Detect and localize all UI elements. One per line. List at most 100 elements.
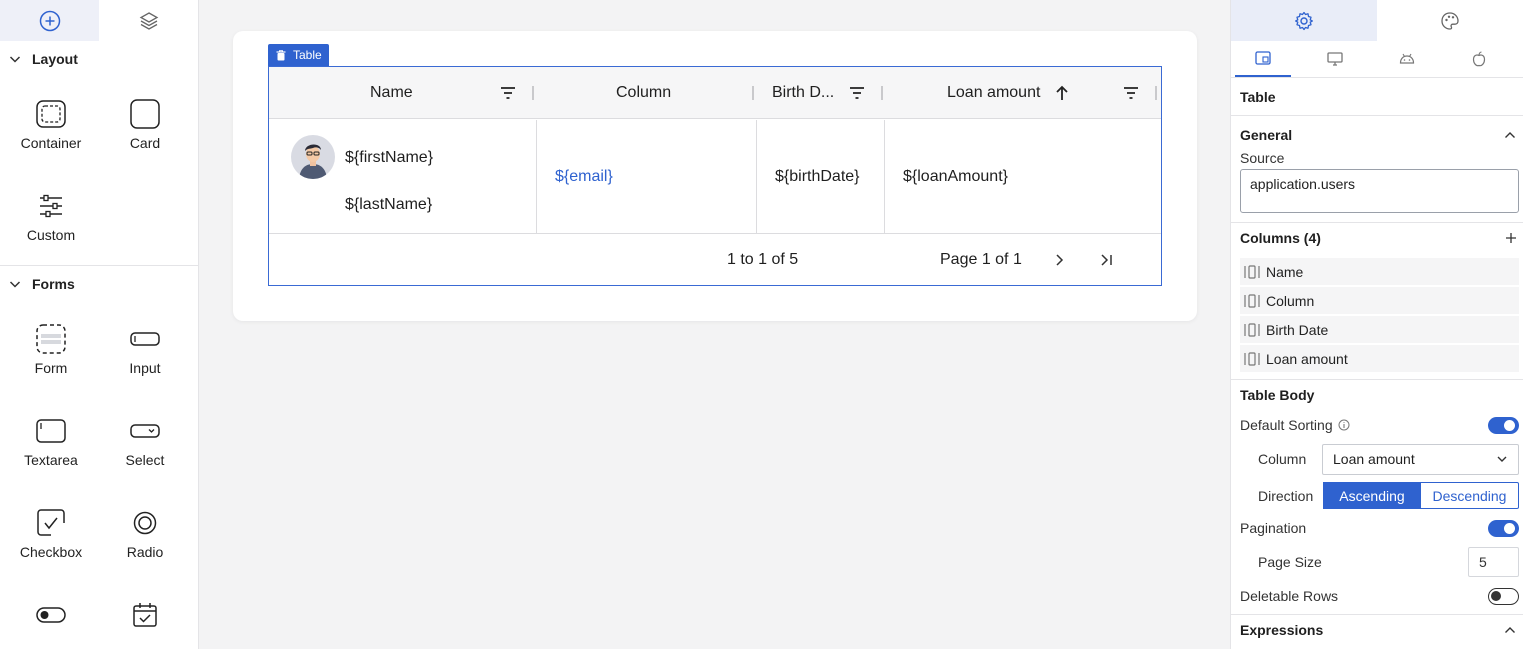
- component-custom[interactable]: Custom: [4, 169, 98, 261]
- pagination-range: 1 to 1 of 5: [727, 251, 799, 268]
- section-layout-header[interactable]: Layout: [0, 41, 198, 77]
- sort-direction-row: Direction Ascending Descending: [1231, 477, 1523, 514]
- sliders-icon: [40, 194, 62, 218]
- web-layout-icon: [1255, 51, 1271, 65]
- component-label: Select: [125, 452, 165, 468]
- android-icon: [1399, 53, 1415, 64]
- device-tab-desktop[interactable]: [1307, 41, 1363, 77]
- checkbox-icon: [37, 509, 65, 536]
- component-label: Container: [20, 135, 82, 151]
- pagination-toggle[interactable]: [1488, 519, 1519, 537]
- component-label: Form: [34, 360, 68, 376]
- page-size-input[interactable]: 5: [1468, 547, 1519, 577]
- cell-divider: [884, 120, 885, 234]
- palette-tabs: [0, 0, 198, 41]
- component-radio[interactable]: Radio: [98, 486, 192, 578]
- filter-icon[interactable]: [848, 84, 866, 102]
- table-row[interactable]: ${firstName} ${lastName} ${email} ${birt…: [269, 120, 1161, 234]
- column-item[interactable]: Birth Date: [1240, 316, 1519, 343]
- section-title: Layout: [32, 51, 78, 67]
- tab-settings[interactable]: [1231, 0, 1377, 41]
- chevron-right-icon[interactable]: [1052, 252, 1066, 268]
- column-item-label: Loan amount: [1266, 350, 1348, 367]
- chevron-up-icon: [1505, 627, 1515, 633]
- card-icon: [130, 99, 160, 129]
- component-label: Custom: [26, 227, 76, 243]
- trash-icon[interactable]: [276, 49, 286, 61]
- add-icon[interactable]: [1505, 232, 1517, 244]
- last-page-icon[interactable]: [1099, 252, 1115, 268]
- column-icon: [1244, 264, 1260, 279]
- table-body-section-header: Table Body: [1231, 381, 1523, 409]
- column-item-label: Name: [1266, 263, 1304, 280]
- cell-divider: [536, 120, 537, 234]
- source-input[interactable]: application.users: [1240, 169, 1519, 213]
- column-item[interactable]: Name: [1240, 258, 1519, 285]
- component-switch[interactable]: [4, 578, 98, 649]
- default-sorting-toggle[interactable]: [1488, 416, 1519, 434]
- column-item[interactable]: Loan amount: [1240, 345, 1519, 372]
- section-forms-header[interactable]: Forms: [0, 266, 198, 302]
- sort-column-label: Column: [1258, 451, 1307, 467]
- cell-last-name: ${lastName}: [345, 196, 433, 213]
- device-tab-ios[interactable]: [1451, 41, 1507, 77]
- cell-email-link[interactable]: ${email}: [555, 168, 613, 186]
- column-resize-handle[interactable]: [881, 86, 883, 100]
- section-title: Columns (4): [1240, 230, 1321, 246]
- input-icon: [130, 332, 160, 346]
- column-resize-handle[interactable]: [1155, 86, 1157, 100]
- table-selection-tag[interactable]: Table: [268, 44, 329, 66]
- source-label: Source: [1240, 150, 1285, 166]
- tab-add-components[interactable]: [0, 0, 99, 41]
- deletable-rows-toggle[interactable]: [1488, 587, 1519, 605]
- column-icon: [1244, 351, 1260, 366]
- column-item-label: Birth Date: [1266, 321, 1329, 338]
- chevron-down-icon: [9, 281, 21, 288]
- form-icon: [36, 324, 66, 354]
- component-textarea[interactable]: Textarea: [4, 394, 98, 486]
- chevron-up-icon: [1505, 132, 1515, 138]
- default-sorting-label: Default Sorting: [1240, 417, 1333, 433]
- cell-loan-amount: ${loanAmount}: [903, 168, 1008, 185]
- direction-ascending-button[interactable]: Ascending: [1323, 482, 1421, 509]
- column-header-name[interactable]: Name: [370, 67, 413, 119]
- device-tab-all[interactable]: [1235, 41, 1291, 77]
- component-date[interactable]: [98, 578, 192, 649]
- form-components: Form Input Textarea Select Checkbox Radi…: [0, 302, 198, 649]
- column-header-column[interactable]: Column: [616, 67, 671, 119]
- component-checkbox[interactable]: Checkbox: [4, 486, 98, 578]
- expressions-section-header[interactable]: Expressions: [1231, 615, 1523, 645]
- pagination-row: Pagination: [1231, 514, 1523, 542]
- info-icon[interactable]: [1338, 419, 1350, 431]
- palette-icon: [1441, 11, 1459, 30]
- filter-icon[interactable]: [1122, 84, 1140, 102]
- column-resize-handle[interactable]: [752, 86, 754, 100]
- column-item-label: Column: [1266, 292, 1315, 309]
- section-divider: [1231, 379, 1523, 380]
- direction-segmented-control: Ascending Descending: [1323, 482, 1519, 509]
- component-form[interactable]: Form: [4, 302, 98, 394]
- columns-list: Name Column Birth Date Loan amount: [1231, 258, 1523, 372]
- tab-layers[interactable]: [99, 0, 198, 41]
- column-item[interactable]: Column: [1240, 287, 1519, 314]
- general-section-header[interactable]: General: [1231, 120, 1523, 150]
- sort-ascending-icon[interactable]: [1054, 84, 1070, 102]
- component-select[interactable]: Select: [98, 394, 192, 486]
- component-input[interactable]: Input: [98, 302, 192, 394]
- columns-section-header: Columns (4): [1231, 223, 1523, 253]
- layers-icon: [139, 11, 158, 30]
- tab-styles[interactable]: [1377, 0, 1523, 41]
- column-header-loan-amount[interactable]: Loan amount: [947, 67, 1040, 119]
- filter-icon[interactable]: [499, 84, 517, 102]
- sort-column-value: Loan amount: [1333, 451, 1415, 467]
- sort-column-select[interactable]: Loan amount: [1322, 443, 1519, 475]
- component-container[interactable]: Container: [4, 77, 98, 169]
- component-card[interactable]: Card: [98, 77, 192, 169]
- textarea-icon: [36, 419, 66, 443]
- device-tab-android[interactable]: [1379, 41, 1435, 77]
- table-component[interactable]: Name Column Birth D... Loan amount ${fir…: [268, 66, 1162, 286]
- column-header-birth-date[interactable]: Birth D...: [772, 67, 834, 119]
- column-resize-handle[interactable]: [532, 86, 534, 100]
- component-label: Radio: [126, 544, 164, 560]
- direction-descending-button[interactable]: Descending: [1421, 482, 1519, 509]
